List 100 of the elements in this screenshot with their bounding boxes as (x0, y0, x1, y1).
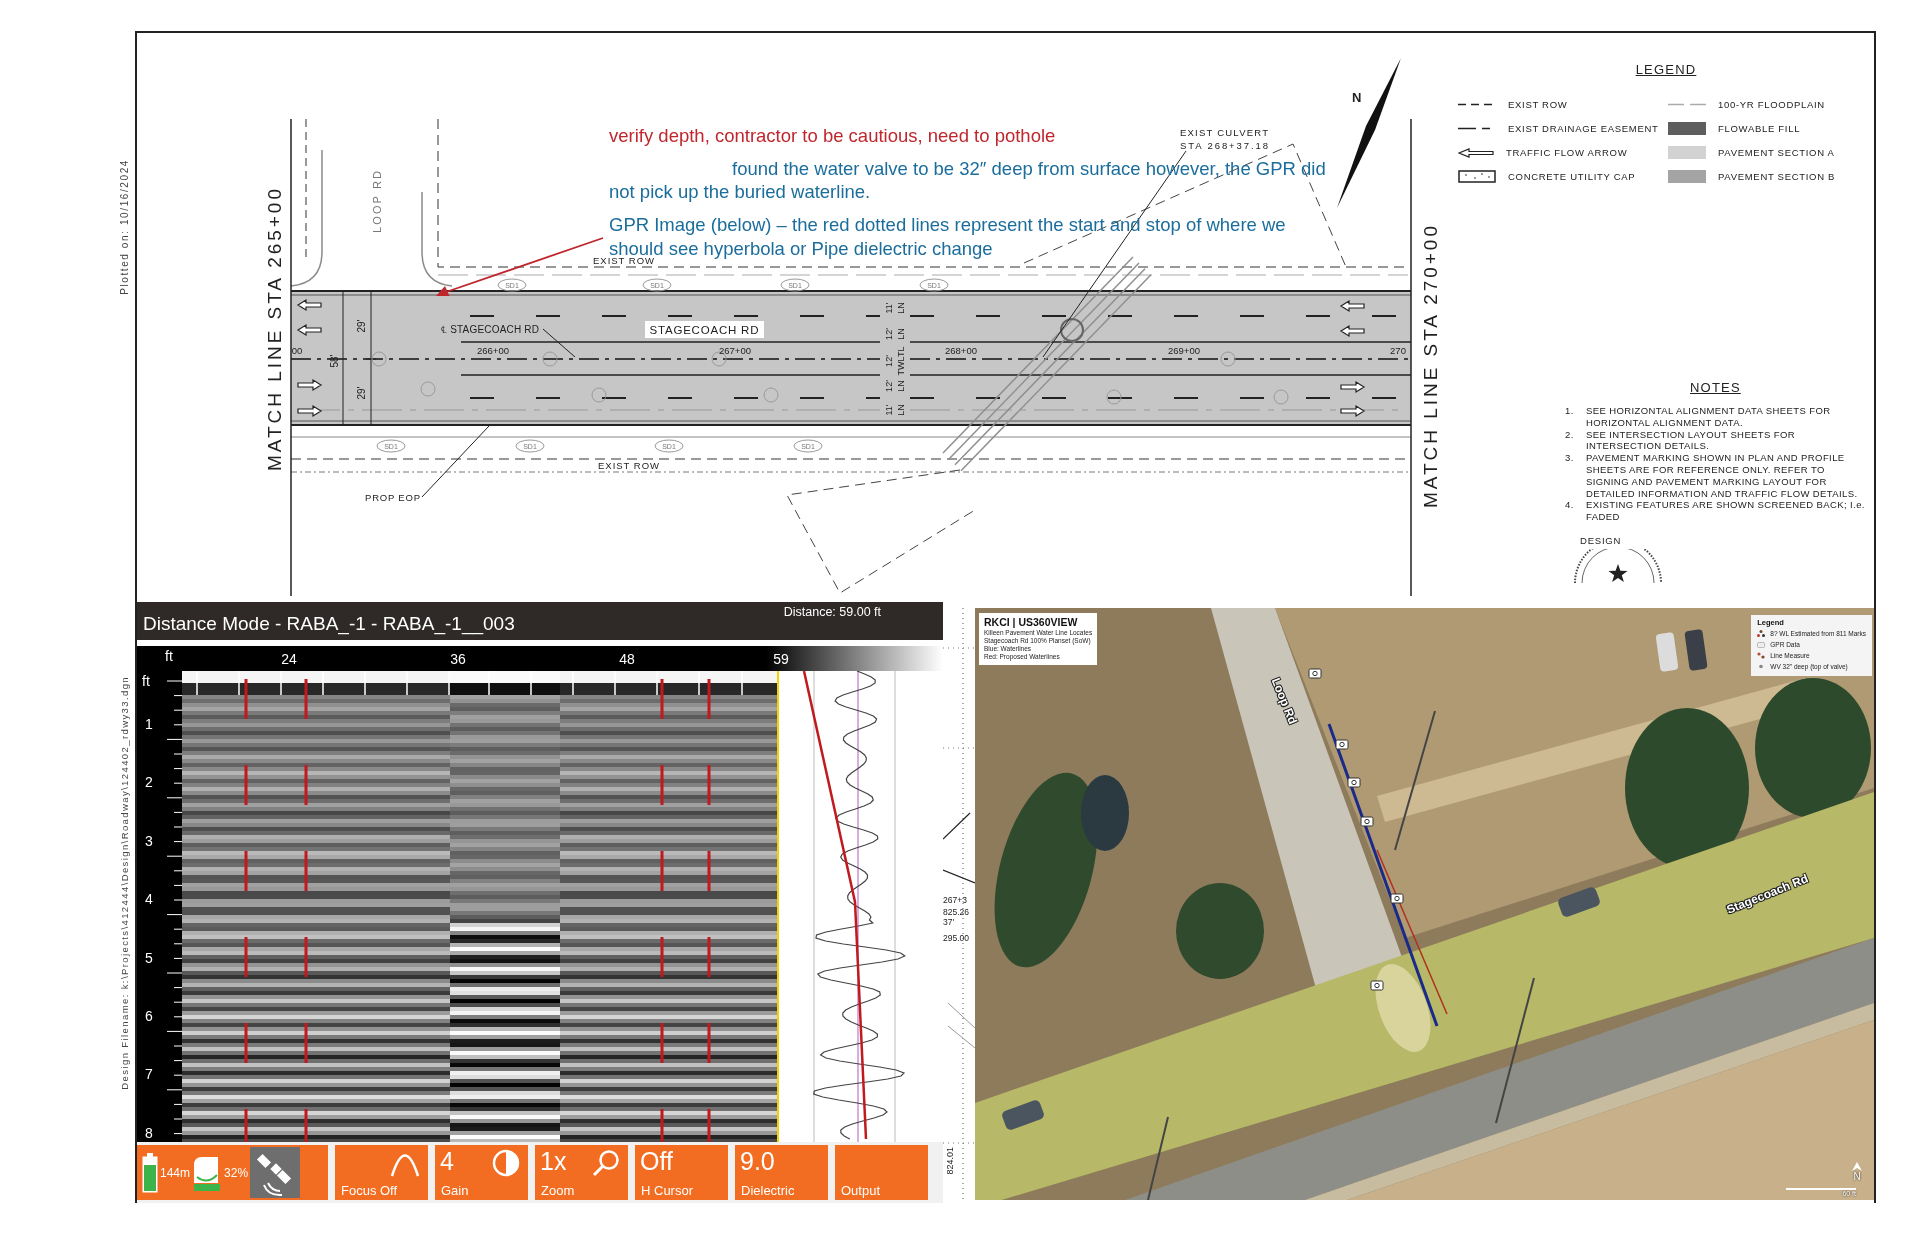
note-number: 1. (1565, 405, 1575, 418)
traffic-arrow-icon (1340, 404, 1366, 418)
station-label: 269+00 (1168, 344, 1200, 356)
note-number: 2. (1565, 428, 1575, 442)
row-label: EXIST ROW (598, 459, 659, 471)
battery-icon (142, 1152, 158, 1193)
dotted-box-icon (1458, 170, 1496, 183)
axis-tick-label: 36 (449, 651, 467, 667)
road-name-label: STAGECOACH RD (645, 321, 764, 338)
toolbar-button[interactable]: 4 Gain (435, 1145, 528, 1200)
toolbar-button[interactable]: Focus Off (335, 1145, 428, 1200)
station-label: 824.01 (945, 1147, 955, 1175)
toolbar-button[interactable]: Output (835, 1145, 928, 1200)
traffic-arrow-icon (1340, 380, 1366, 394)
legend-label: FLOWABLE FILL (1718, 123, 1801, 134)
toolbar-button[interactable]: 1x Zoom (535, 1145, 628, 1200)
traffic-arrow-icon (1339, 299, 1365, 313)
camera-icon (1757, 641, 1766, 648)
axis-tick-label: 6 (145, 1007, 153, 1025)
state-seal-icon (1573, 548, 1663, 583)
dimension-label: 58' (328, 354, 340, 368)
eop-label: PROP EOP (365, 491, 420, 503)
design-label: DESIGN (1580, 534, 1622, 546)
lane-use-label: LN (896, 380, 906, 392)
legend-label: TRAFFIC FLOW ARROW (1506, 147, 1628, 158)
row-label: EXIST ROW (593, 254, 654, 266)
survey-marker-icon (1273, 389, 1289, 405)
axis-tick-label: 7 (145, 1065, 153, 1084)
distance-readout: Distance: 59.00 ft (783, 605, 881, 619)
note-text: SEE INTERSECTION LAYOUT SHEETS FOR INTERSECTION DETAILS. (1586, 428, 1797, 453)
legend-label: PAVEMENT SECTION B (1718, 171, 1836, 182)
note-text: PAVEMENT MARKING SHOWN IN PLAN AND PROFILE SHEETS ARE FOR REFERENCE ONLY. REFER TO SIGNING AND PAVEMENT MARKING LAYOUT FOR DETAILED INFORMATION AND TRAFFIC FLOW DETAILS. (1586, 452, 1859, 500)
lane-width-label: 12' (884, 328, 894, 340)
station-label: 295.00 (943, 933, 969, 943)
survey-marker-icon (591, 387, 607, 403)
dimension-label: 29' (355, 319, 367, 333)
lane-use-label: LN (896, 328, 906, 340)
note-text: EXISTING FEATURES ARE SHOWN SCREENED BACK; I.e. FADED (1586, 499, 1866, 523)
axis-tick-label: 2 (145, 773, 153, 792)
contrast-icon (492, 1149, 520, 1177)
battery-reading: 144m (160, 1165, 191, 1180)
lane-width-label: 12' (884, 355, 894, 367)
structure-icon (1060, 318, 1084, 342)
design-filename: Design Filename: k:\Projects\412444\Design\Roadway\124402_rdwy33.dgn (119, 675, 130, 1090)
north-arrow-icon (1337, 58, 1401, 208)
lane-width-label: 11' (884, 404, 894, 416)
traffic-arrow-icon (297, 378, 323, 392)
legend-title: LEGEND (1634, 62, 1697, 77)
scan-title: Distance Mode - RABA_-1 - RABA_-1__003 (142, 613, 515, 637)
culvert-label: STA 268+37.18 (1180, 139, 1268, 151)
toolbar-button[interactable]: 9.0 Dielectric (735, 1145, 828, 1200)
survey-marker-icon (371, 351, 387, 367)
legend-label: 100-YR FLOODPLAIN (1718, 99, 1825, 110)
camera-icon (1390, 893, 1404, 904)
traffic-arrow-icon (297, 404, 323, 418)
survey-marker-icon (1220, 351, 1236, 367)
leader-line (542, 328, 576, 358)
station-label: 825.26 (943, 907, 969, 917)
culvert-label: EXIST CULVERT (1180, 126, 1268, 138)
axis-tick-label: 4 (145, 890, 153, 909)
axis-tick-label: 59 (772, 651, 790, 667)
storage-reading: 32% (224, 1165, 249, 1180)
survey-marker-icon (763, 387, 779, 403)
survey-marker-icon (542, 351, 558, 367)
legend-label: EXIST ROW (1508, 99, 1568, 110)
axis-tick-label: 5 (145, 948, 153, 967)
dot-pair-icon (1757, 652, 1766, 659)
axis-tick-label: 24 (280, 651, 298, 667)
camera-icon (1308, 668, 1322, 679)
traffic-arrow-icon (296, 323, 322, 337)
north-label: N (1352, 90, 1362, 105)
note-number: 4. (1565, 499, 1575, 513)
station-label: 00 (291, 344, 303, 356)
match-line-label: MATCH LINE STA 270+00 (1419, 226, 1441, 508)
axis-tick-label: 48 (618, 651, 636, 667)
centerline-label: ℄ STAGECOACH RD (441, 323, 539, 335)
station-label: 270 (1390, 344, 1406, 356)
dot-cluster-icon (1757, 630, 1766, 637)
plot-date: Plotted on: 10/16/2024 (119, 159, 130, 295)
survey-marker-icon (420, 381, 436, 397)
camera-icon (1360, 816, 1374, 827)
survey-marker-icon (1106, 389, 1122, 405)
axis-tick-label: 1 (145, 715, 153, 733)
axis-tick-label: 3 (145, 831, 153, 850)
station-label: 37' (943, 917, 955, 927)
dashed-line-icon (1668, 103, 1706, 106)
lane-use-label: LN (896, 404, 906, 416)
station-label: 266+00 (477, 344, 509, 356)
match-line-label: MATCH LINE STA 265+00 (263, 189, 285, 471)
note-text: SEE HORIZONTAL ALIGNMENT DATA SHEETS FOR HORIZONTAL ALIGNMENT DATA. (1586, 405, 1832, 429)
camera-icon (1370, 980, 1384, 991)
station-label: 267+3 (943, 895, 967, 905)
annotation-text: verify depth, contractor to be cautious, need to pothole (609, 124, 1057, 147)
north-arrow-icon (1852, 1162, 1862, 1171)
camera-icon (1347, 777, 1361, 788)
notes-title: NOTES (1690, 380, 1741, 395)
toolbar-button[interactable]: Off H Cursor (635, 1145, 728, 1200)
satellite-icon (250, 1147, 301, 1198)
lane-use-label: TWLTL (896, 346, 906, 376)
axis-unit-label: ft (142, 673, 150, 689)
